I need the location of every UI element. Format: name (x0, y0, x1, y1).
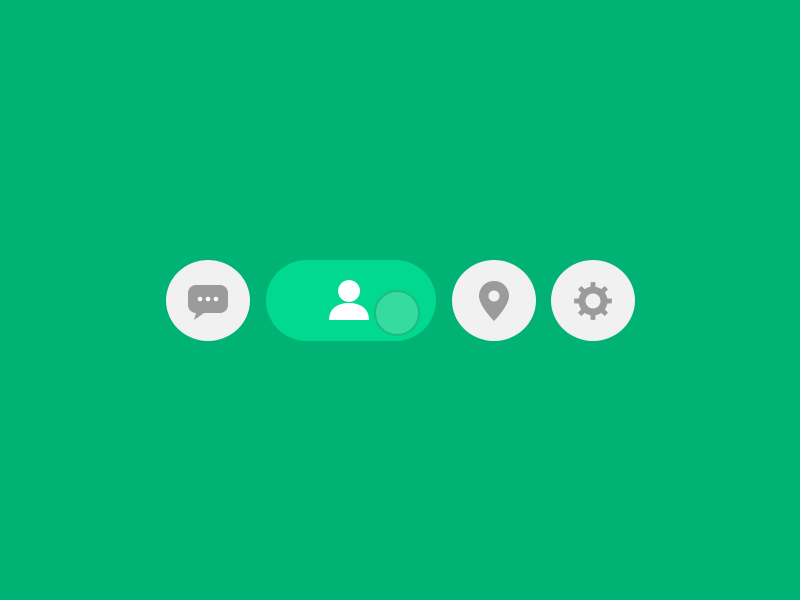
messages-button[interactable] (166, 260, 250, 341)
person-icon (329, 280, 369, 320)
gear-icon (574, 281, 612, 320)
icon-navigation-bar (166, 260, 635, 341)
app-background (0, 0, 800, 600)
map-pin-icon (479, 280, 509, 321)
settings-button[interactable] (551, 260, 635, 341)
profile-toggle-button[interactable] (266, 260, 436, 341)
toggle-knob[interactable] (374, 290, 420, 336)
chat-bubble-icon (188, 284, 228, 320)
location-button[interactable] (452, 260, 536, 341)
